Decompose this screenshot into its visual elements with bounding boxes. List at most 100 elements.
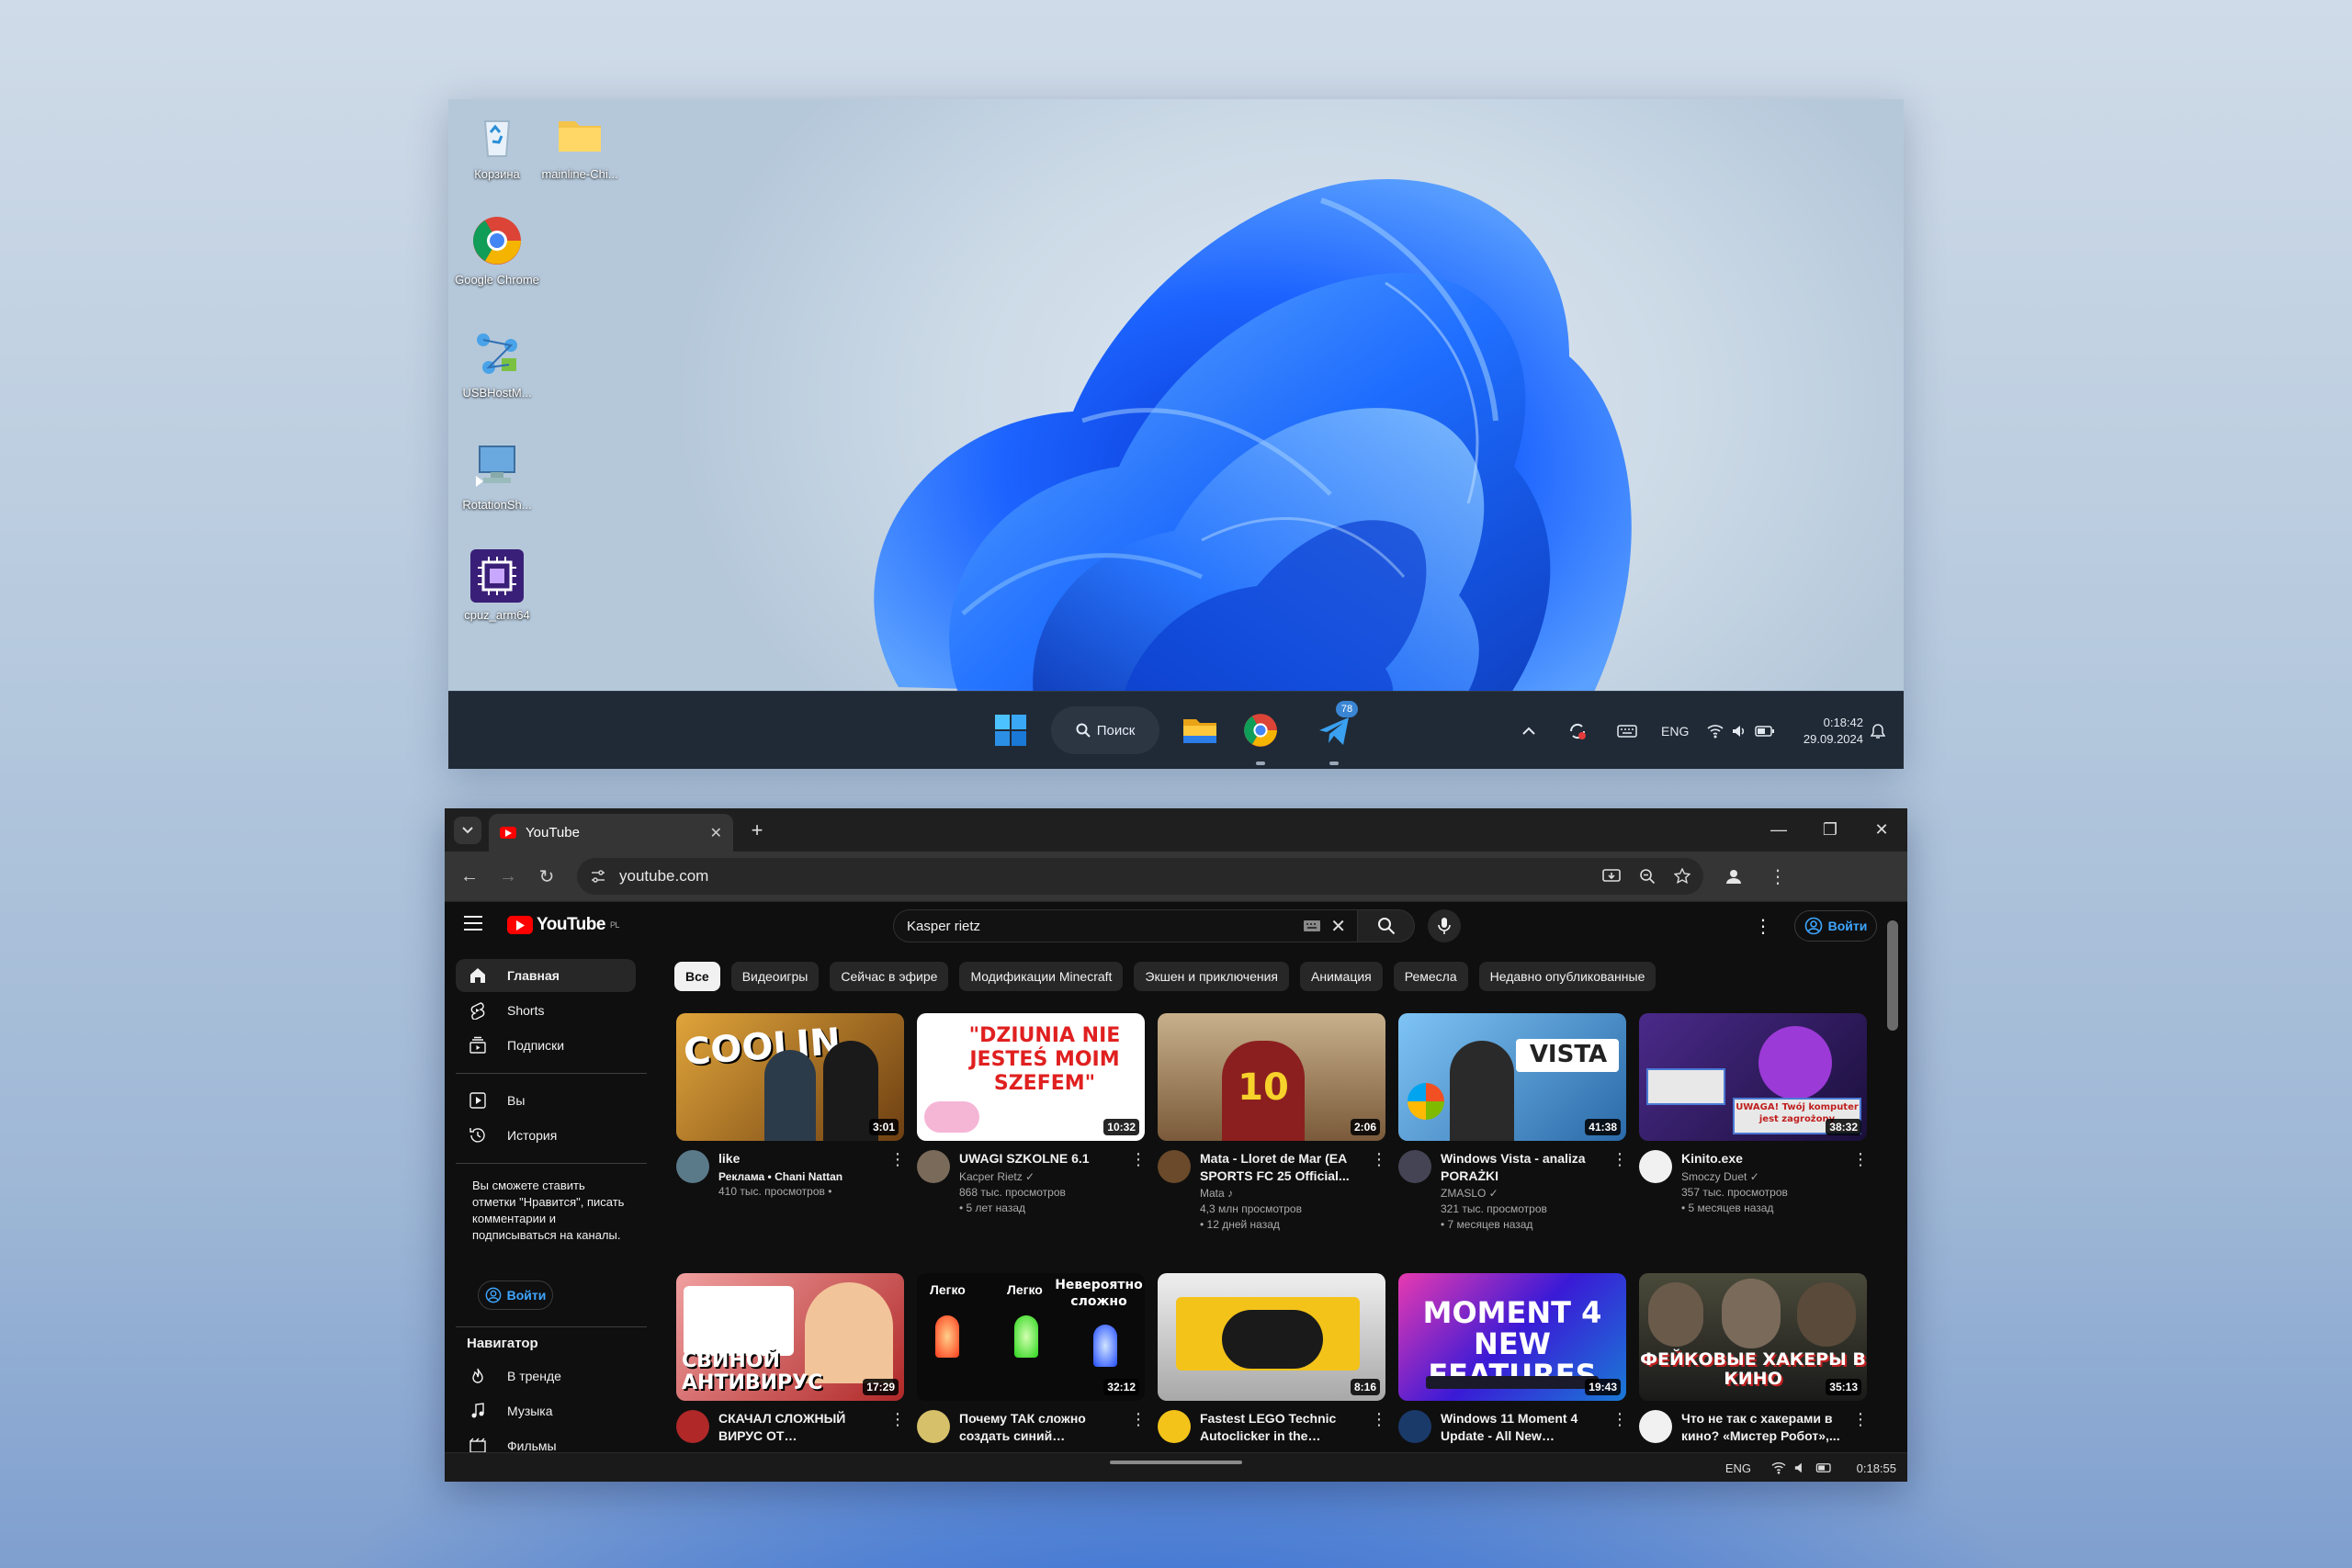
video-more-icon[interactable]: ⋮ (889, 1150, 906, 1169)
tray-sync[interactable] (1567, 692, 1588, 769)
start-button[interactable] (987, 706, 1035, 754)
youtube-search-input[interactable]: Kasper rietz ✕ (893, 909, 1358, 942)
browser-menu-button[interactable]: ⋮ (1762, 861, 1793, 892)
sidebar-item-home[interactable]: Главная (456, 959, 636, 992)
video-title[interactable]: Kinito.exe (1681, 1150, 1843, 1168)
video-title[interactable]: Почему ТАК сложно создать синий светодио… (959, 1410, 1121, 1445)
channel-avatar[interactable] (676, 1150, 709, 1183)
voice-search-button[interactable] (1428, 909, 1461, 942)
channel-avatar[interactable] (1158, 1150, 1191, 1183)
tray-overflow-chevron[interactable] (1521, 692, 1536, 769)
desktop-icon-chrome[interactable]: Google Chrome (448, 214, 548, 288)
video-thumbnail[interactable]: Легко Легко Невероятно сложно 32:12 (917, 1273, 1145, 1401)
desktop-icon-cpuz[interactable]: cpuz_arm64 (448, 549, 548, 623)
keyboard-icon[interactable] (1303, 919, 1321, 932)
clear-search-icon[interactable]: ✕ (1330, 915, 1346, 938)
tray-clock[interactable]: 0:18:42 29.09.2024 (1792, 692, 1863, 769)
channel-avatar[interactable] (917, 1410, 950, 1443)
sidebar-item-movies[interactable]: Фильмы (456, 1429, 636, 1452)
sidebar-item-music[interactable]: Музыка (456, 1394, 636, 1427)
chip-minecraft-mods[interactable]: Модификации Minecraft (959, 962, 1124, 991)
bookmark-star-icon[interactable] (1674, 868, 1690, 885)
back-button[interactable]: ← (454, 861, 485, 892)
signin-button[interactable]: Войти (1794, 910, 1877, 942)
desktop-icon-usb-host[interactable]: USBHostM... (448, 327, 548, 400)
forward-button[interactable]: → (492, 861, 524, 892)
video-more-icon[interactable]: ⋮ (1371, 1410, 1387, 1429)
video-card[interactable]: 10 2:06 Mata - Lloret de Mar (EA SPORTS … (1158, 1013, 1387, 1231)
sidebar-item-history[interactable]: История (456, 1119, 636, 1152)
close-window-button[interactable]: ✕ (1856, 808, 1907, 852)
video-channel[interactable]: Smoczy Duet ✓ (1681, 1170, 1759, 1183)
video-card[interactable]: MOMENT 4 NEW FEATURES 19:43 Windows 11 M… (1398, 1273, 1628, 1452)
video-card[interactable]: "DZIUNIA NIE JESTEŚ MOIM SZEFEM" 10:32 U… (917, 1013, 1147, 1214)
chip-all[interactable]: Все (674, 962, 720, 991)
chip-recent[interactable]: Недавно опубликованные (1478, 962, 1657, 991)
video-card[interactable]: ФЕЙКОВЫЕ ХАКЕРЫ В КИНО 35:13 Что не так … (1639, 1273, 1869, 1452)
scrollbar-thumb[interactable] (1887, 920, 1898, 1031)
channel-avatar[interactable] (1639, 1410, 1672, 1443)
desktop-icon-rotation[interactable]: RotationSh... (448, 439, 548, 513)
video-thumbnail[interactable]: VISTA 41:38 (1398, 1013, 1626, 1141)
sidebar-item-subscriptions[interactable]: Подписки (456, 1029, 636, 1062)
video-title[interactable]: Windows 11 Moment 4 Update - All New Fea… (1441, 1410, 1602, 1445)
youtube-logo[interactable]: YouTube PL (507, 915, 619, 935)
tab-youtube[interactable]: YouTube ✕ (489, 814, 733, 852)
video-channel[interactable]: Реклама • Chani Nattan (718, 1170, 842, 1183)
video-title[interactable]: UWAGI SZKOLNE 6.1 (959, 1150, 1121, 1168)
video-title[interactable]: Fastest LEGO Technic Autoclicker in the … (1200, 1410, 1362, 1445)
video-more-icon[interactable]: ⋮ (1852, 1150, 1869, 1169)
youtube-search-button[interactable] (1358, 909, 1415, 942)
clock-time[interactable]: 0:18:55 (1857, 1453, 1896, 1482)
video-title[interactable]: Mata - Lloret de Mar (EA SPORTS FC 25 Of… (1200, 1150, 1362, 1185)
channel-avatar[interactable] (1158, 1410, 1191, 1443)
video-card[interactable]: СВИНОЙ АНТИВИРУС 17:29 СКАЧАЛ СЛОЖНЫЙ ВИ… (676, 1273, 906, 1452)
tray-status-icons[interactable] (1771, 1453, 1834, 1482)
video-title[interactable]: СКАЧАЛ СЛОЖНЫЙ ВИРУС ОТ ПОДПИСЧИКА!... (718, 1410, 880, 1445)
settings-menu-icon[interactable]: ⋮ (1754, 915, 1772, 938)
video-thumbnail[interactable]: 8:16 (1158, 1273, 1385, 1401)
video-card[interactable]: Легко Легко Невероятно сложно 32:12 Поче… (917, 1273, 1147, 1452)
zoom-icon[interactable] (1639, 868, 1656, 885)
video-more-icon[interactable]: ⋮ (1371, 1150, 1387, 1169)
video-card[interactable]: UWAGA! Twój komputer jest zagrożony 38:3… (1639, 1013, 1869, 1214)
page-scrollbar[interactable] (1887, 911, 1898, 1444)
tab-close-icon[interactable]: ✕ (710, 824, 722, 842)
video-more-icon[interactable]: ⋮ (889, 1410, 906, 1429)
chip-videogames[interactable]: Видеоигры (730, 962, 820, 991)
sidebar-item-shorts[interactable]: Shorts (456, 994, 636, 1027)
video-title[interactable]: Windows Vista - analiza PORAŻKI (1441, 1150, 1602, 1185)
sidebar-signin-button[interactable]: Войти (478, 1280, 553, 1310)
video-channel[interactable]: Mata ♪ (1200, 1187, 1233, 1200)
taskbar-explorer[interactable] (1176, 706, 1224, 754)
tab-search-button[interactable] (454, 817, 481, 844)
new-tab-button[interactable]: + (742, 816, 772, 845)
channel-avatar[interactable] (1398, 1150, 1431, 1183)
restore-button[interactable]: ❐ (1804, 808, 1856, 852)
video-more-icon[interactable]: ⋮ (1852, 1410, 1869, 1429)
channel-avatar[interactable] (1639, 1150, 1672, 1183)
desktop-icon-folder[interactable]: mainline-Chi... (529, 108, 630, 182)
taskbar-chrome[interactable] (1237, 706, 1284, 765)
gesture-handle[interactable] (1110, 1461, 1242, 1464)
channel-avatar[interactable] (1398, 1410, 1431, 1443)
chip-action-adventure[interactable]: Экшен и приключения (1134, 962, 1290, 991)
install-app-icon[interactable] (1602, 868, 1621, 885)
profile-button[interactable] (1718, 861, 1749, 892)
channel-avatar[interactable] (917, 1150, 950, 1183)
sidebar-item-you[interactable]: Вы (456, 1084, 636, 1117)
video-card[interactable]: COOLIN 3:01 like Реклама • Chani Nattan … (676, 1013, 906, 1214)
taskbar-telegram[interactable]: 78 (1310, 701, 1358, 765)
channel-avatar[interactable] (676, 1410, 709, 1443)
tray-keyboard[interactable] (1617, 692, 1637, 769)
video-card[interactable]: 8:16 Fastest LEGO Technic Autoclicker in… (1158, 1273, 1387, 1452)
chip-live[interactable]: Сейчас в эфире (830, 962, 949, 991)
sidebar-item-trending[interactable]: В тренде (456, 1359, 636, 1393)
video-more-icon[interactable]: ⋮ (1611, 1410, 1628, 1429)
video-thumbnail[interactable]: MOMENT 4 NEW FEATURES 19:43 (1398, 1273, 1626, 1401)
address-bar[interactable]: youtube.com (577, 858, 1703, 895)
reload-button[interactable]: ↻ (531, 861, 562, 892)
video-thumbnail[interactable]: 10 2:06 (1158, 1013, 1385, 1141)
taskbar-search-button[interactable]: Поиск (1051, 706, 1159, 754)
video-channel[interactable]: ZMASLO ✓ (1441, 1187, 1498, 1200)
